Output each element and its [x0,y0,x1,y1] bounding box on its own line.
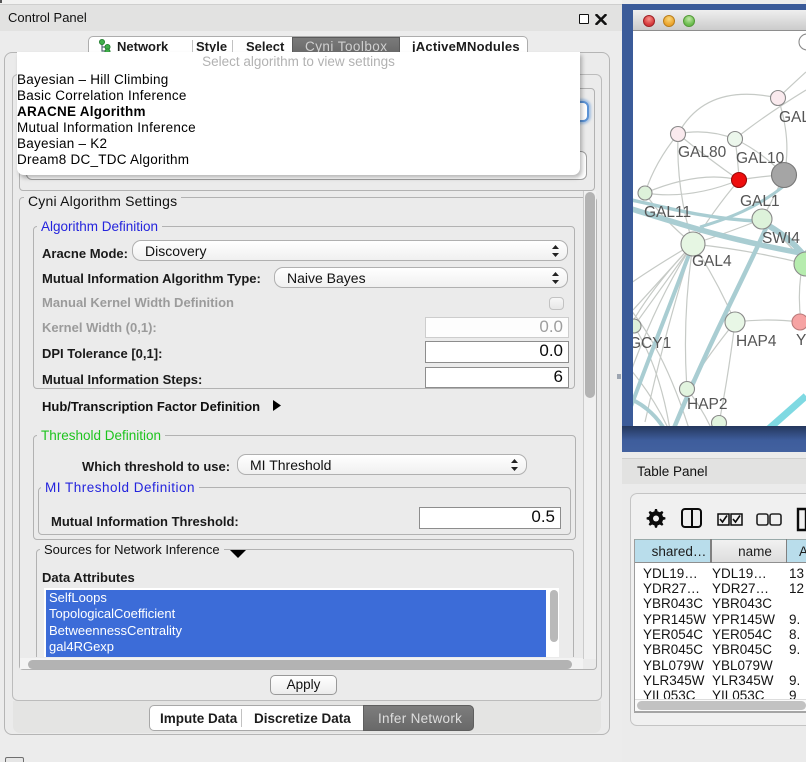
svg-text:GAL80: GAL80 [678,144,727,161]
svg-text:GCY1: GCY1 [633,335,671,352]
svg-text:GAL10: GAL10 [736,150,785,167]
svg-text:GAL11: GAL11 [644,204,691,221]
svg-text:GAL1: GAL1 [740,193,780,210]
svg-text:HAP4: HAP4 [736,333,777,350]
svg-text:GAL4: GAL4 [692,253,732,270]
svg-text:Y: Y [796,332,806,349]
svg-text:GAL7: GAL7 [779,109,806,126]
svg-text:HAP2: HAP2 [687,396,728,413]
svg-text:SWI4: SWI4 [762,230,800,247]
